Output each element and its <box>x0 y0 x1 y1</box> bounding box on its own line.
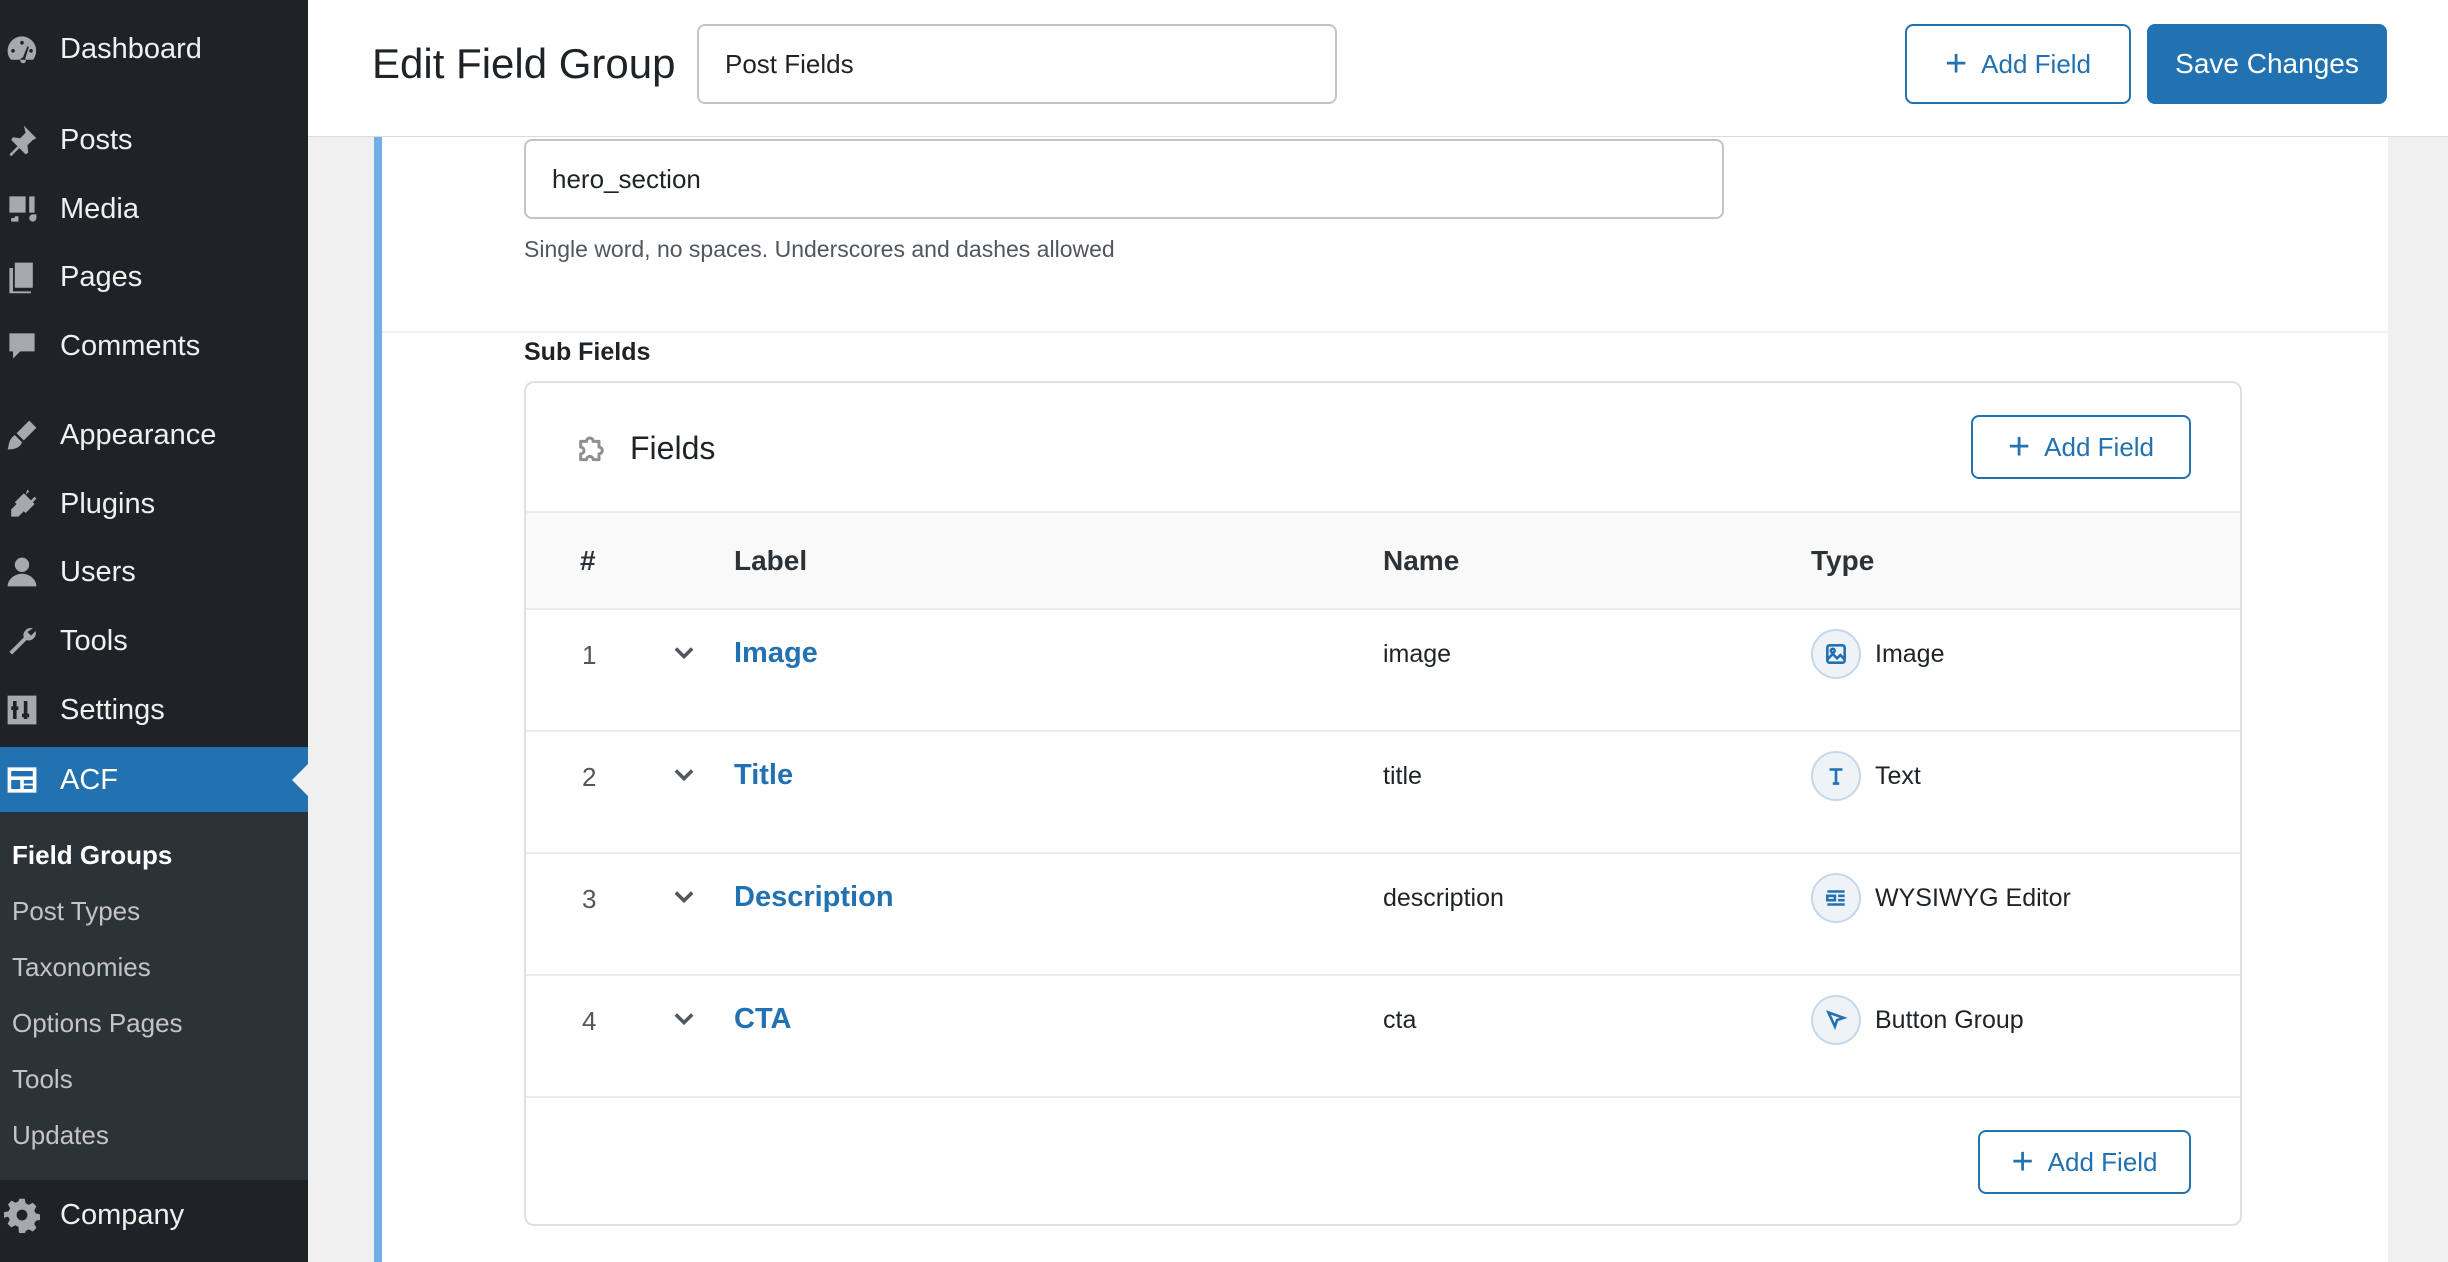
row-label-link[interactable]: Image <box>734 637 818 670</box>
admin-sidebar: Dashboard Posts Media Pages Comments App… <box>0 0 308 1262</box>
header-add-field-button[interactable]: + Add Field <box>1905 24 2131 104</box>
menu-appearance[interactable]: Appearance <box>0 404 308 466</box>
menu-label: ACF <box>60 763 118 796</box>
gear-icon <box>0 1184 60 1246</box>
menu-label: Users <box>60 555 136 588</box>
row-label-link[interactable]: Description <box>734 881 894 914</box>
pin-icon <box>0 109 60 171</box>
row-name: description <box>1383 884 1504 912</box>
row-name: image <box>1383 640 1452 668</box>
row-number: 1 <box>582 640 597 670</box>
subfields-add-field-button-bottom[interactable]: + Add Field <box>1978 1130 2191 1194</box>
puzzle-icon <box>579 436 604 462</box>
column-header-type: Type <box>1811 545 1875 576</box>
media-icon <box>0 178 60 240</box>
cursor-icon <box>1811 995 1861 1045</box>
button-label: Add Field <box>2044 431 2155 462</box>
menu-dashboard[interactable]: Dashboard <box>0 18 308 80</box>
plug-icon <box>0 473 60 535</box>
active-indicator <box>292 764 308 796</box>
menu-posts[interactable]: Posts <box>0 109 308 171</box>
menu-label: Pages <box>60 260 143 293</box>
column-header-label: Label <box>734 545 808 576</box>
menu-tools[interactable]: Tools <box>0 610 308 672</box>
acf-icon <box>0 749 60 811</box>
field-name-input[interactable]: hero_section <box>524 139 1724 219</box>
menu-label: Posts <box>60 123 133 156</box>
row-divider <box>526 1096 2240 1098</box>
menu-users[interactable]: Users <box>0 541 308 603</box>
row-type: Image <box>1875 640 1945 668</box>
row-label-link[interactable]: CTA <box>734 1003 791 1036</box>
submenu-updates[interactable]: Updates <box>12 1120 109 1151</box>
column-header-name: Name <box>1383 545 1460 576</box>
menu-label: Media <box>60 192 139 225</box>
text-icon <box>1811 751 1861 801</box>
page-header: Edit Field Group + Add Field Save Change… <box>308 0 2448 137</box>
divider <box>382 331 2388 333</box>
row-number: 2 <box>582 762 597 792</box>
sub-fields-title: Fields <box>630 430 716 466</box>
image-icon <box>1811 629 1861 679</box>
comment-icon <box>0 315 60 377</box>
brush-icon <box>0 404 60 466</box>
row-divider <box>526 852 2240 854</box>
menu-media[interactable]: Media <box>0 178 308 240</box>
row-number: 3 <box>582 884 597 914</box>
row-label-link[interactable]: Title <box>734 759 793 792</box>
menu-acf[interactable]: ACF <box>0 747 308 813</box>
column-header-number: # <box>580 545 596 576</box>
submenu-post-types[interactable]: Post Types <box>12 896 140 927</box>
dashboard-icon <box>0 18 60 80</box>
submenu-tools[interactable]: Tools <box>12 1064 73 1095</box>
row-type: Button Group <box>1875 1006 2024 1034</box>
pages-icon <box>0 246 60 308</box>
row-divider <box>526 730 2240 732</box>
row-type: WYSIWYG Editor <box>1875 884 2071 912</box>
field-group-title-input[interactable] <box>697 24 1337 104</box>
submenu-options-pages[interactable]: Options Pages <box>12 1008 183 1039</box>
menu-label: Comments <box>60 329 201 362</box>
submenu-field-groups[interactable]: Field Groups <box>12 840 172 871</box>
plus-icon: + <box>2011 1141 2034 1183</box>
user-icon <box>0 541 60 603</box>
sub-fields-label: Sub Fields <box>524 338 651 366</box>
plus-icon: + <box>2007 426 2031 468</box>
menu-comments[interactable]: Comments <box>0 315 308 377</box>
field-name-helper: Single word, no spaces. Underscores and … <box>524 236 1115 262</box>
button-label: Add Field <box>2047 1146 2158 1177</box>
panel-accent-bar <box>374 137 382 1262</box>
menu-pages[interactable]: Pages <box>0 246 308 308</box>
menu-label: Plugins <box>60 487 156 520</box>
page-title: Edit Field Group <box>372 40 676 87</box>
menu-plugins[interactable]: Plugins <box>0 473 308 535</box>
sliders-icon <box>0 679 60 741</box>
menu-label: Tools <box>60 624 128 657</box>
wrench-icon <box>0 610 60 672</box>
menu-label: Appearance <box>60 418 217 451</box>
menu-settings[interactable]: Settings <box>0 679 308 741</box>
chevron-down-icon[interactable] <box>670 1004 698 1032</box>
row-name: title <box>1383 762 1422 790</box>
menu-label: Company <box>60 1198 185 1231</box>
chevron-down-icon[interactable] <box>670 760 698 788</box>
sub-fields-box <box>524 381 2242 1226</box>
row-type: Text <box>1875 762 1921 790</box>
row-number: 4 <box>582 1006 597 1036</box>
menu-company[interactable]: Company <box>0 1184 308 1246</box>
chevron-down-icon[interactable] <box>670 882 698 910</box>
subfields-add-field-button-top[interactable]: + Add Field <box>1971 415 2191 479</box>
plus-icon: + <box>1944 43 1968 85</box>
chevron-down-icon[interactable] <box>670 638 698 666</box>
button-label: Add Field <box>1981 48 2092 79</box>
menu-label: Settings <box>60 693 165 726</box>
menu-label: Dashboard <box>60 32 202 65</box>
editor-icon <box>1811 873 1861 923</box>
row-name: cta <box>1383 1006 1417 1034</box>
save-changes-button[interactable]: Save Changes <box>2147 24 2387 104</box>
acf-submenu: Field Groups Post Types Taxonomies Optio… <box>0 812 308 1180</box>
submenu-taxonomies[interactable]: Taxonomies <box>12 952 151 983</box>
row-divider <box>526 974 2240 976</box>
